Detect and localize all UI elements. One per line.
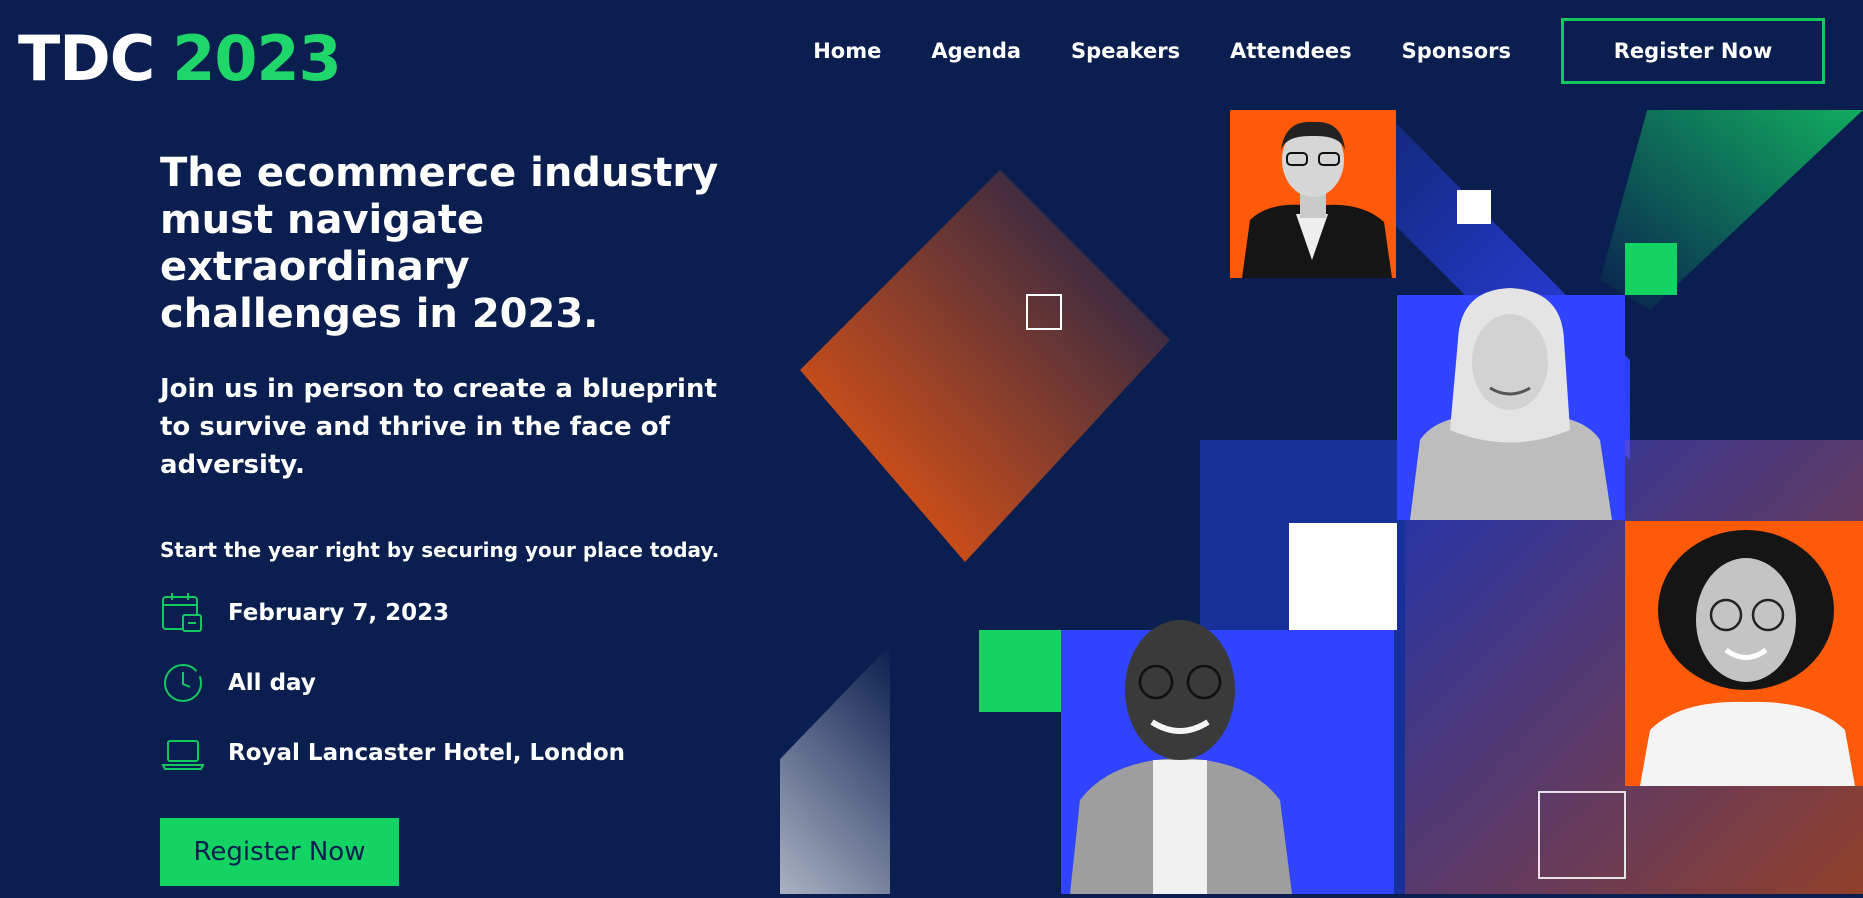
nav-home[interactable]: Home (813, 39, 881, 63)
nav-attendees[interactable]: Attendees (1230, 39, 1352, 63)
event-time-text: All day (228, 670, 316, 696)
nav-register-button[interactable]: Register Now (1561, 18, 1825, 84)
hero-artwork-graphic (650, 100, 1863, 894)
hero-register-button[interactable]: Register Now (160, 818, 399, 886)
logo-year: 2023 (172, 22, 342, 95)
main-nav: Home Agenda Speakers Attendees Sponsors … (813, 18, 1825, 84)
laptop-icon (160, 730, 206, 776)
calendar-icon (160, 590, 206, 636)
logo[interactable]: TDC 2023 (18, 22, 342, 95)
nav-speakers[interactable]: Speakers (1071, 39, 1180, 63)
logo-tdc: TDC (18, 22, 155, 95)
hero-subheadline: Join us in person to create a blueprint … (160, 374, 717, 480)
clock-icon (160, 660, 206, 706)
nav-agenda[interactable]: Agenda (931, 39, 1021, 63)
hero-artwork (650, 100, 1863, 894)
hero-cta-line: Start the year right by securing your pl… (160, 538, 720, 562)
event-date: February 7, 2023 (160, 590, 449, 636)
event-time: All day (160, 660, 316, 706)
event-venue: Royal Lancaster Hotel, London (160, 730, 625, 776)
hero-headline: The ecommerce industry must navigate ext… (160, 150, 719, 337)
event-venue-text: Royal Lancaster Hotel, London (228, 740, 625, 766)
event-date-text: February 7, 2023 (228, 600, 450, 626)
nav-sponsors[interactable]: Sponsors (1402, 39, 1511, 63)
